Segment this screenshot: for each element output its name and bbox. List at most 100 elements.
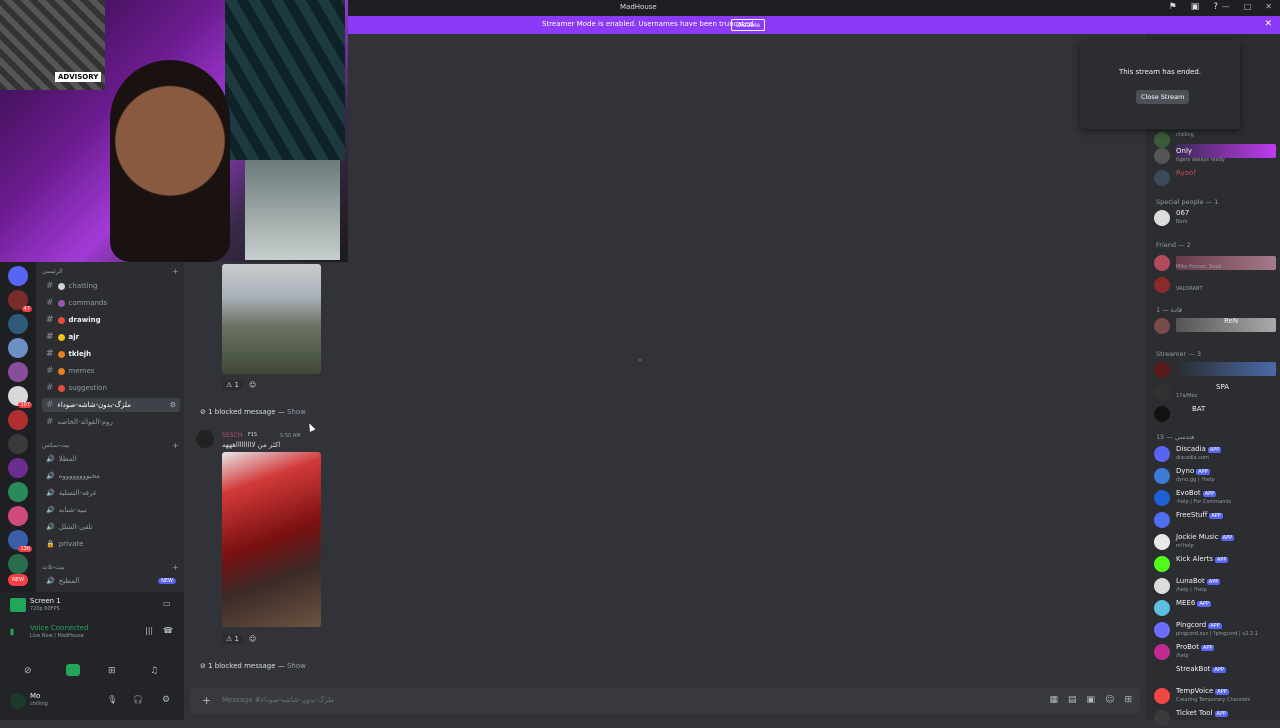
voice-location[interactable]: Live Now / MadHouse [30,633,84,639]
voice-channel[interactable]: 🔊 غرفه-التسلية [42,486,180,500]
bot-member-row[interactable]: Discadia APP discadia.com [1154,444,1278,464]
reaction-warning[interactable]: ⚠ 1 [222,380,243,390]
member-row[interactable]: 067 Nvm [1154,208,1278,228]
emoji-icon[interactable]: ☺ [1105,695,1114,705]
disable-button[interactable]: Disable [731,19,766,31]
voice-channel[interactable]: 🔊 نبيه-شبابه [42,503,180,517]
inbox-icon[interactable]: ⚑ [1169,2,1177,12]
channel-chatting[interactable]: # chatting [42,279,180,293]
server-icon[interactable] [8,554,28,574]
server-icon[interactable]: 136 [8,530,32,552]
settings-gear-icon[interactable]: ⚙ [170,401,176,409]
gif-icon[interactable]: ▤ [1068,695,1077,705]
message-author[interactable]: SSSCH [222,432,242,439]
microphone-icon[interactable]: 🎙 [107,695,117,704]
bot-member-row[interactable]: ProBot APP/help [1154,642,1278,662]
settings-gear-icon[interactable]: ⚙ [162,695,170,705]
add-channel-icon[interactable]: + [172,441,179,450]
server-icon[interactable] [8,458,28,478]
bot-member-row[interactable]: MEE6 APP [1154,598,1278,618]
add-channel-icon[interactable]: + [172,563,179,572]
disconnect-icon[interactable]: ☎ [163,626,173,635]
close-icon[interactable]: ✕ [1265,2,1272,11]
signal-icon[interactable]: ▮ [10,627,14,636]
add-channel-icon[interactable]: + [172,267,179,276]
user-name[interactable]: Mo [30,692,40,700]
bot-member-row[interactable]: Kick Alerts APP [1154,554,1278,574]
new-badge[interactable]: NEW [8,574,28,586]
member-row[interactable]: BAT [1154,404,1278,424]
noise-suppression-icon[interactable]: ||| [145,626,153,635]
maximize-icon[interactable]: □ [1244,2,1252,11]
member-row[interactable]: Mike Posner, Seeb [1154,253,1278,273]
channel-ajr[interactable]: # ajr [42,330,180,344]
channel-commands[interactable]: # commands [42,296,180,310]
voice-channel[interactable]: 🔊 مخبووووووووه [42,469,180,483]
channel-suggestion[interactable]: # suggestion [42,381,180,395]
voice-channel-private[interactable]: 🔒 private [42,537,180,551]
channel-memes[interactable]: # memes [42,364,180,378]
channel-fawaid[interactable]: # روم-الفوائد-الخاصه [42,415,180,429]
show-link[interactable]: Show [287,662,306,670]
channel-active[interactable]: # ملزگ-بدون-شاشه-صوداء ⚙ [42,398,180,412]
add-reaction-icon[interactable]: ☺ [249,381,256,389]
add-reaction-icon[interactable]: ☺ [249,635,256,643]
popout-icon[interactable]: ▭ [163,599,171,608]
bot-member-row[interactable]: Jockie Music APP m!help [1154,532,1278,552]
show-link[interactable]: Show [287,408,306,416]
member-row[interactable]: ReN [1154,316,1278,336]
server-icon[interactable]: 107 [8,386,32,408]
bot-member-row[interactable]: Ticket Tool APP [1154,708,1278,728]
camera-off-icon[interactable]: ⊘ [24,666,32,676]
bot-member-row[interactable]: Dyno APP dyno.gg | ?help [1154,466,1278,486]
mountain-image-attachment[interactable] [222,264,321,374]
bot-member-row[interactable]: EvoBot APP -help | For Commands [1154,488,1278,508]
member-row[interactable]: Only tigers always ready [1154,146,1278,166]
category-header[interactable]: بيت-ثلاث + [42,563,179,572]
server-icon[interactable] [8,410,28,430]
voice-channel[interactable]: 🔊 المطلا [42,452,180,466]
member-row[interactable]: VALORANT [1154,275,1278,295]
server-icon[interactable] [8,314,28,334]
server-icon[interactable] [8,434,28,454]
server-icon[interactable] [8,506,28,526]
home-icon[interactable] [8,266,28,286]
server-icon[interactable]: 47 [8,290,32,312]
voice-status[interactable]: Voice Connected [30,624,89,632]
member-row[interactable]: SPA 17a/Mez [1154,382,1278,402]
food-image-attachment[interactable] [222,452,321,627]
avatar[interactable] [10,693,26,709]
category-header[interactable]: الرئيسي + [42,267,179,276]
apps-icon[interactable]: ⊞ [1124,695,1132,705]
activities-icon[interactable]: ⊞ [108,666,116,676]
upload-plus-icon[interactable]: + [202,694,211,707]
help-icon[interactable]: ? [1213,2,1218,12]
voice-channel[interactable]: 🔊 تلقى-الشلل [42,520,180,534]
soundboard-icon[interactable]: ♫ [150,666,158,676]
close-stream-button[interactable]: Close Stream [1136,90,1190,104]
screen-icon[interactable]: ▣ [1191,2,1200,12]
server-icon[interactable] [8,362,28,382]
avatar[interactable] [196,430,214,448]
server-icon[interactable] [8,482,28,502]
reaction-warning[interactable]: ⚠ 1 [222,634,243,644]
banner-close-icon[interactable]: ✕ [1264,19,1272,29]
category-header[interactable]: بيت-سكس + [42,441,179,450]
channel-tklejh[interactable]: # tklejh [42,347,180,361]
gift-icon[interactable]: ▦ [1050,695,1059,705]
server-icon[interactable] [8,338,28,358]
user-status[interactable]: chilling [30,701,48,707]
voice-channel[interactable]: 🔊 المطبخ NEW [42,574,180,588]
member-row[interactable] [1154,360,1278,380]
bot-member-row[interactable]: TempVoice APP Creating Temporary Channels [1154,686,1278,706]
screen-share-icon[interactable] [66,664,80,676]
sticker-icon[interactable]: ▣ [1087,695,1096,705]
bot-member-row[interactable]: FreeStuff APP [1154,510,1278,530]
minimize-icon[interactable]: — [1222,2,1230,11]
headphones-icon[interactable]: 🎧 [133,695,143,704]
channel-drawing[interactable]: # drawing [42,313,180,327]
member-row[interactable]: Ryoof [1154,168,1278,188]
composer-placeholder[interactable]: Message #ملزگ-بدون-شاشه-صوداء [222,696,334,704]
bot-member-row[interactable]: Pingcord APP pingcord.xyz | ?pingcord | v2… [1154,620,1278,640]
bot-member-row[interactable]: LunaBot APP/help | ?help [1154,576,1278,596]
